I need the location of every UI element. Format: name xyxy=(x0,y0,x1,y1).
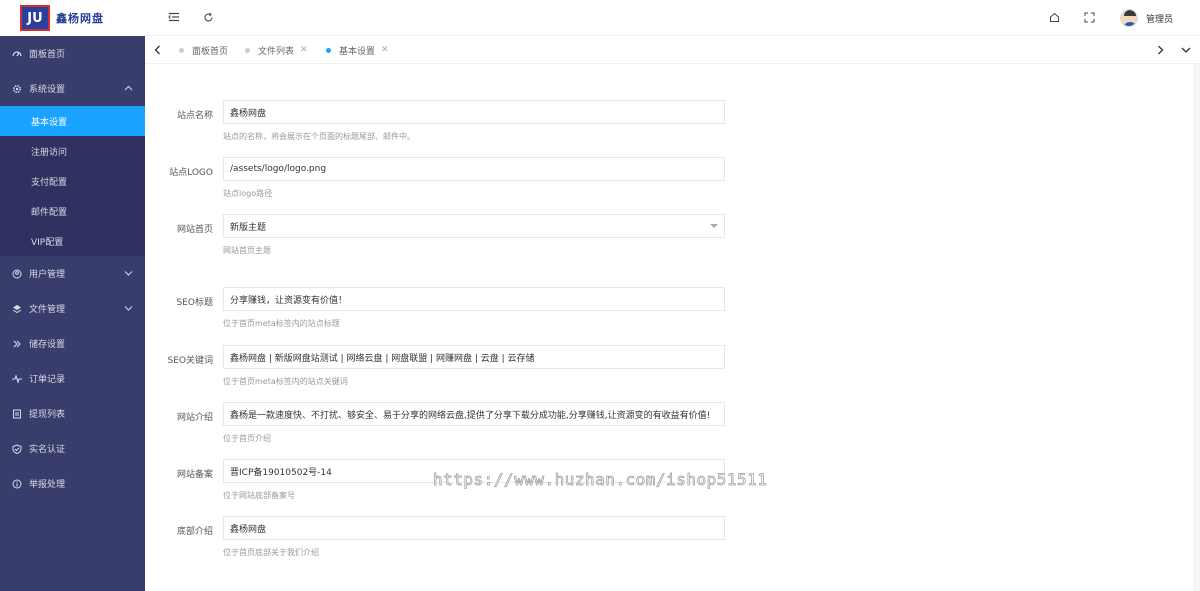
sidebar-item-mail-config[interactable]: 邮件配置 xyxy=(0,196,145,226)
sidebar-item-system-settings[interactable]: 系统设置 xyxy=(0,71,145,106)
scrollbar[interactable] xyxy=(1193,64,1200,591)
site-intro-label: 网站介绍 xyxy=(176,413,213,423)
site-logo-help: 站点logo路径 xyxy=(223,189,273,198)
username[interactable]: 管理员 xyxy=(1146,12,1173,25)
homepage-theme-select[interactable]: 新版主题 xyxy=(223,214,725,238)
site-intro-input[interactable]: 鑫杨是一款速度快、不打扰、够安全、易于分享的网络云盘,提供了分享下载分成功能,分… xyxy=(223,402,725,426)
sidebar-item-storage-settings[interactable]: 储存设置 xyxy=(0,326,145,361)
storage-icon xyxy=(12,339,22,349)
site-name-help: 站点的名称，将会展示在个页面的标题尾部、邮件中。 xyxy=(223,132,415,141)
home-icon[interactable] xyxy=(1047,10,1061,24)
logo[interactable]: JU 鑫杨网盘 xyxy=(0,0,145,36)
seo-keywords-label: SEO关键词 xyxy=(167,356,213,366)
tab-basic-settings[interactable]: 基本设置 ✕ xyxy=(326,36,389,64)
sidebar-item-label: 用户管理 xyxy=(29,270,66,280)
sidebar-item-file-management[interactable]: 文件管理 xyxy=(0,291,145,326)
seo-title-input[interactable]: 分享赚钱，让资源变有价值！ xyxy=(223,287,725,311)
fullscreen-icon[interactable] xyxy=(1082,10,1096,24)
avatar[interactable] xyxy=(1120,9,1138,27)
icp-help: 位于网站底部备案号 xyxy=(223,491,295,500)
homepage-theme-help: 网站首页主题 xyxy=(223,246,271,255)
logo-mark: JU xyxy=(20,5,50,31)
sidebar-item-user-management[interactable]: 用户管理 xyxy=(0,256,145,291)
sidebar-item-register-access[interactable]: 注册访问 xyxy=(0,136,145,166)
sidebar-item-withdraw-list[interactable]: 提现列表 xyxy=(0,396,145,431)
close-icon[interactable]: ✕ xyxy=(381,45,389,55)
tabs-bar: 面板首页 文件列表 ✕ 基本设置 ✕ xyxy=(145,36,1200,64)
select-caret-icon xyxy=(710,224,718,228)
sidebar-menu: 面板首页 系统设置 基本设置 注册访问 支付配置 邮件配置 VIP配置 用户管理 xyxy=(0,36,145,501)
site-name-label: 站点名称 xyxy=(176,111,213,121)
sidebar-item-label: 举报处理 xyxy=(29,480,66,490)
list-icon xyxy=(12,409,22,419)
tabs-menu-icon[interactable] xyxy=(1179,43,1193,57)
tab-label: 文件列表 xyxy=(258,46,295,57)
seo-keywords-help: 位于首页meta标签内的站点关键词 xyxy=(223,377,348,386)
sidebar-item-label: 订单记录 xyxy=(29,375,66,385)
sidebar-item-vip-config[interactable]: VIP配置 xyxy=(0,226,145,256)
tab-file-list[interactable]: 文件列表 ✕ xyxy=(245,36,308,64)
dashboard-icon xyxy=(12,49,22,59)
chevron-up-icon xyxy=(124,84,133,93)
user-circle-icon xyxy=(12,269,22,279)
tab-dot xyxy=(326,47,331,53)
sidebar-item-dashboard[interactable]: 面板首页 xyxy=(0,36,145,71)
sidebar-item-order-records[interactable]: 订单记录 xyxy=(0,361,145,396)
sidebar: JU 鑫杨网盘 面板首页 系统设置 基本设置 注册访问 支付配置 邮件配置 VI… xyxy=(0,0,145,591)
tab-dot xyxy=(245,47,250,53)
tab-label: 基本设置 xyxy=(339,46,376,57)
sidebar-item-label: 提现列表 xyxy=(29,410,66,420)
tab-dot xyxy=(179,47,184,53)
seo-title-label: SEO标题 xyxy=(176,298,213,308)
site-logo-label: 站点LOGO xyxy=(169,168,213,178)
site-logo-input[interactable]: /assets/logo/logo.png xyxy=(223,157,725,181)
homepage-theme-value: 新版主题 xyxy=(230,222,267,233)
tab-label: 面板首页 xyxy=(192,46,229,57)
site-name-input[interactable]: 鑫杨网盘 xyxy=(223,100,725,124)
sidebar-item-label: 面板首页 xyxy=(29,50,66,60)
tabs-scroll-left-icon[interactable] xyxy=(150,43,164,57)
pulse-icon xyxy=(12,373,22,384)
topbar: 管理员 xyxy=(145,0,1200,36)
sidebar-item-real-name-auth[interactable]: 实名认证 xyxy=(0,431,145,466)
close-icon[interactable]: ✕ xyxy=(300,45,308,55)
sidebar-item-payment-config[interactable]: 支付配置 xyxy=(0,166,145,196)
sidebar-item-report-handling[interactable]: 举报处理 xyxy=(0,466,145,501)
layers-icon xyxy=(12,304,22,314)
logo-text: 鑫杨网盘 xyxy=(56,12,104,25)
sidebar-item-label: 实名认证 xyxy=(29,445,66,455)
info-icon xyxy=(12,479,22,489)
sidebar-item-label: 文件管理 xyxy=(29,305,66,315)
footer-intro-input[interactable]: 鑫杨网盘 xyxy=(223,516,725,540)
homepage-theme-label: 网站首页 xyxy=(176,225,213,235)
footer-intro-label: 底部介绍 xyxy=(176,527,213,537)
chevron-down-icon xyxy=(124,269,133,278)
chevron-down-icon xyxy=(124,304,133,313)
menu-toggle-icon[interactable] xyxy=(167,10,181,24)
seo-title-help: 位于首页meta标签内的站点标题 xyxy=(223,319,340,328)
site-intro-help: 位于首页介绍 xyxy=(223,434,271,443)
seo-keywords-input[interactable]: 鑫杨网盘 | 新版网盘站测试 | 网络云盘 | 网盘联盟 | 网赚网盘 | 云盘… xyxy=(223,345,725,369)
settings-form: 站点名称 鑫杨网盘 站点的名称，将会展示在个页面的标题尾部、邮件中。 站点LOG… xyxy=(145,64,1200,591)
sidebar-item-label: 系统设置 xyxy=(29,85,66,95)
tabs-scroll-right-icon[interactable] xyxy=(1153,43,1167,57)
system-settings-submenu: 基本设置 注册访问 支付配置 邮件配置 VIP配置 xyxy=(0,106,145,256)
shield-check-icon xyxy=(12,443,22,454)
footer-intro-help: 位于首页底部关于我们介绍 xyxy=(223,548,319,557)
watermark: https://www.huzhan.com/ishop51511 xyxy=(433,470,768,490)
sidebar-item-label: 储存设置 xyxy=(29,340,66,350)
icp-label: 网站备案 xyxy=(176,470,213,480)
gear-icon xyxy=(12,84,22,94)
tab-dashboard[interactable]: 面板首页 xyxy=(179,36,228,64)
sidebar-item-basic-settings[interactable]: 基本设置 xyxy=(0,106,145,136)
refresh-icon[interactable] xyxy=(201,10,215,24)
